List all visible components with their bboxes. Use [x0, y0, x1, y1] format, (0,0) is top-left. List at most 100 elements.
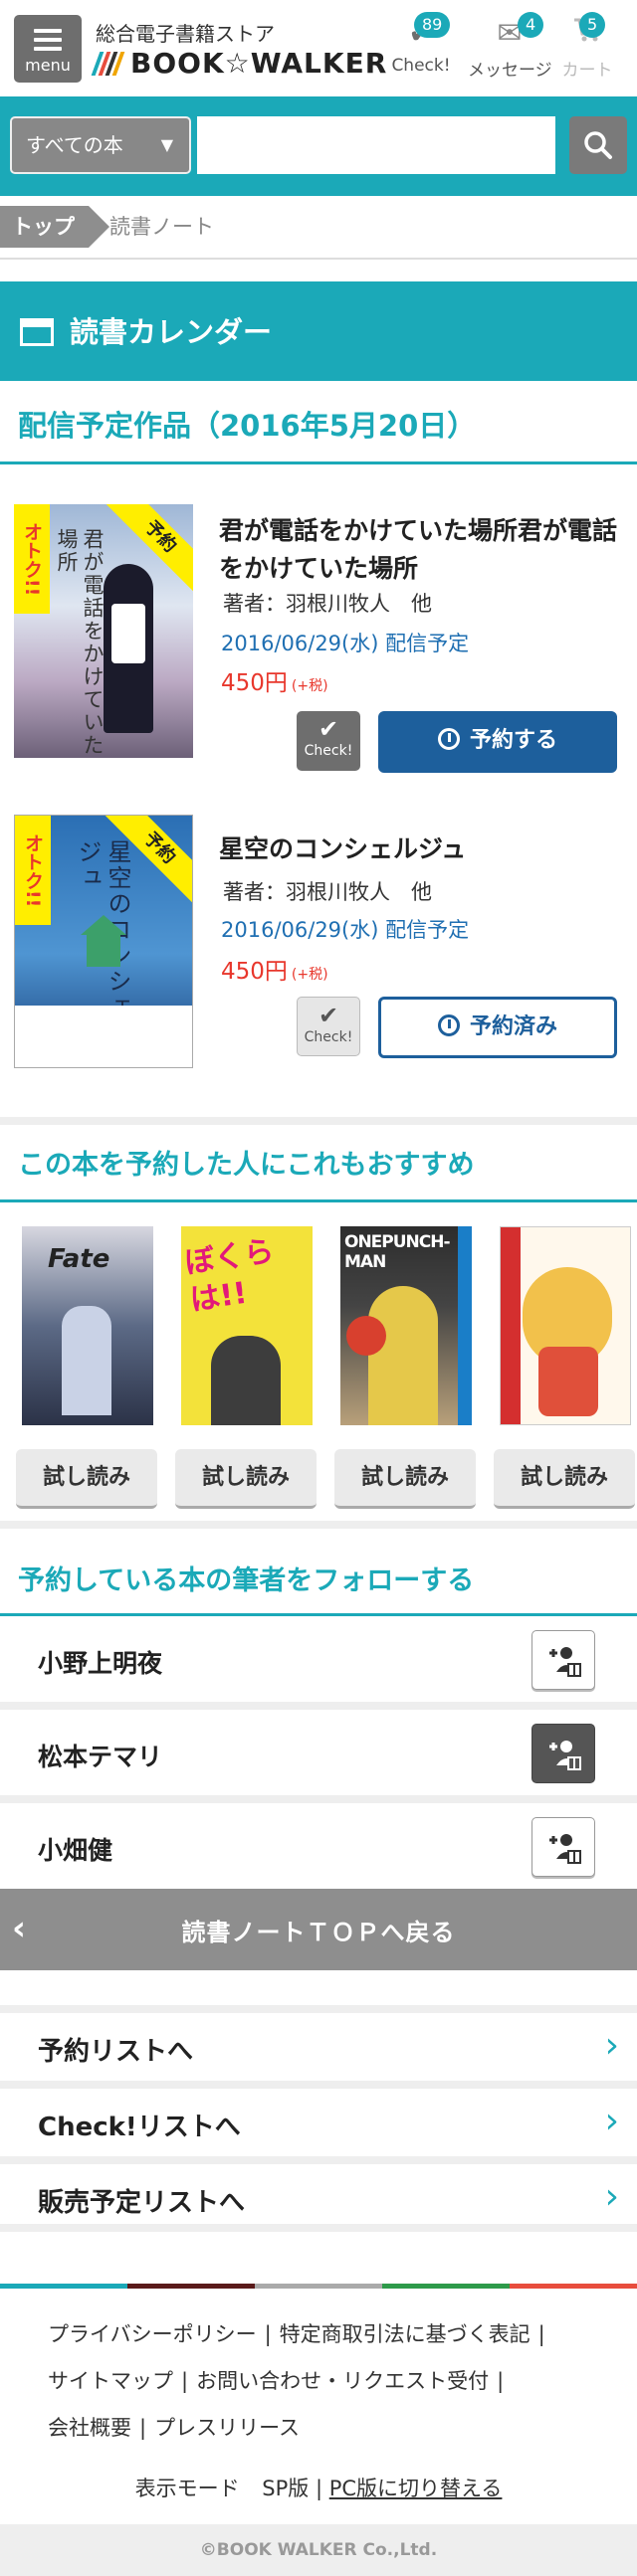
otoku-ribbon: オトク!!: [14, 504, 50, 614]
press-release-link[interactable]: プレスリリース: [154, 2416, 300, 2440]
recommend-cover[interactable]: ぼくらは!!: [181, 1226, 313, 1425]
store-subtitle: 総合電子書籍ストア: [96, 22, 275, 46]
breadcrumb: トップ 読書ノート: [0, 196, 637, 260]
book-title[interactable]: 星空のコンシェルジュ: [219, 830, 617, 868]
recommend-list: Fate 試し読み ぼくらは!! 試し読み ONEPUNCH-MAN 試し読み …: [0, 1202, 637, 1509]
cover-illustration: [211, 1336, 281, 1425]
search-input[interactable]: [197, 116, 555, 174]
follow-button[interactable]: [531, 1630, 595, 1690]
cover-illustration: [81, 915, 126, 967]
book-price: 450円 (+税): [221, 952, 328, 986]
chevron-right-icon: ›: [604, 2176, 619, 2217]
header-messages-label: メッセージ: [468, 61, 552, 81]
follow-button[interactable]: [531, 1817, 595, 1877]
book-release-date: 2016/06/29(水) 配信予定: [221, 632, 470, 655]
reserve-label: 予約済み: [469, 1014, 557, 1039]
sitemap-link[interactable]: サイトマップ: [48, 2369, 173, 2393]
header-messages-button[interactable]: ✉ メッセージ 4: [468, 12, 552, 81]
book-title[interactable]: 君が電話をかけていた場所君が電話をかけていた場所: [219, 512, 617, 588]
book-cover[interactable]: 君が電話をかけていた場所 オトク!! 予約: [14, 504, 193, 758]
release-date-heading: 配信予定作品（2016年5月20日）: [0, 381, 637, 464]
following-button[interactable]: [531, 1724, 595, 1783]
follow-author-icon: [549, 1834, 581, 1864]
cover-title: 君が電話をかけていた場所: [55, 528, 105, 757]
book-cover[interactable]: 星空のコンシェルジュ オトク!! 予約: [14, 815, 193, 1068]
search-button[interactable]: [569, 116, 627, 174]
check-label: Check!: [304, 1029, 353, 1045]
price-tax: (+税): [291, 678, 328, 694]
author-name[interactable]: 松本テマリ: [38, 1738, 162, 1773]
check-list-link[interactable]: Check!リストへ ›: [0, 2081, 637, 2156]
calendar-heading: 読書カレンダー: [0, 281, 637, 381]
price-value: 450円: [221, 670, 288, 696]
book-item: 君が電話をかけていた場所 オトク!! 予約 君が電話をかけていた場所君が電話をか…: [0, 464, 637, 793]
recommend-cover[interactable]: ONEPUNCH-MAN: [340, 1226, 472, 1425]
cover-illustration: [104, 564, 153, 733]
check-label: Check!: [304, 743, 353, 759]
header-check-button[interactable]: ✔ Check! 89: [386, 12, 456, 76]
bookwalker-logo[interactable]: BOOK☆WALKER: [91, 47, 387, 80]
contact-link[interactable]: お問い合わせ・リクエスト受付: [196, 2369, 489, 2393]
recommend-cover[interactable]: [500, 1226, 631, 1425]
chevron-down-icon: ▼: [160, 135, 173, 154]
author-name[interactable]: 小畑健: [38, 1831, 112, 1867]
menu-label: menu: [25, 56, 71, 75]
copyright: ©BOOK WALKER Co.,Ltd.: [0, 2524, 637, 2576]
trial-read-button[interactable]: 試し読み: [175, 1449, 317, 1509]
back-to-top-button[interactable]: ‹ 読書ノートＴＯＰへ戻る: [0, 1889, 637, 1970]
sp-mode-label: SP版: [262, 2477, 310, 2500]
trial-read-button[interactable]: 試し読み: [16, 1449, 157, 1509]
link-list: 予約リストへ › Check!リストへ › 販売予定リストへ ›: [0, 2005, 637, 2232]
footer-links: プライバシーポリシー | 特定商取引法に基づく表記 | サイトマップ | お問い合わせ・リ…: [48, 2311, 605, 2452]
cover-bottom: [15, 1006, 192, 1067]
cover-illustration: [346, 1316, 386, 1356]
display-mode: 表示モード SP版 | PC版に切り替える: [0, 2473, 637, 2502]
chevron-right-icon: ›: [604, 2101, 619, 2141]
follow-heading: 予約している本の筆者をフォローする: [0, 1539, 637, 1616]
pc-mode-link[interactable]: PC版に切り替える: [329, 2477, 503, 2500]
recommend-cover[interactable]: Fate: [22, 1226, 153, 1425]
check-button[interactable]: ✔ Check!: [297, 711, 360, 771]
reserved-button[interactable]: 予約済み: [378, 997, 617, 1058]
menu-button[interactable]: menu: [14, 15, 82, 83]
privacy-policy-link[interactable]: プライバシーポリシー: [48, 2322, 257, 2346]
alarm-clock-icon: [437, 1014, 460, 1036]
reserve-label: 予約する: [469, 728, 557, 753]
author-row: 小畑健: [0, 1803, 637, 1897]
header-cart-button[interactable]: カート 5: [557, 12, 617, 81]
search-category-select[interactable]: すべての本 ▼: [10, 116, 191, 174]
section-divider: [0, 1521, 637, 1529]
link-label: Check!リストへ: [38, 2113, 241, 2142]
check-button[interactable]: ✔ Check!: [297, 997, 360, 1056]
calendar-icon: [20, 318, 54, 346]
search-icon: [584, 131, 612, 159]
reservation-list-link[interactable]: 予約リストへ ›: [0, 2005, 637, 2081]
link-label: 販売予定リストへ: [38, 2188, 246, 2218]
logo-mark: [91, 51, 125, 76]
search-category-value: すべての本: [26, 133, 123, 157]
calendar-title: 読書カレンダー: [70, 315, 273, 349]
reserve-button[interactable]: 予約する: [378, 711, 617, 773]
alarm-clock-icon: [437, 728, 460, 750]
cart-count-badge: 5: [579, 12, 606, 38]
breadcrumb-top-link[interactable]: トップ: [0, 206, 109, 248]
divider: |: [497, 2369, 505, 2393]
cover-spine: [458, 1226, 472, 1425]
header-check-label: Check!: [391, 56, 451, 76]
follow-author-icon: [549, 1647, 581, 1677]
company-link[interactable]: 会社概要: [48, 2416, 131, 2440]
back-to-top-label: 読書ノートＴＯＰへ戻る: [181, 1919, 456, 1946]
cover-illustration: [62, 1306, 111, 1415]
recommend-cover-text: ぼくらは!!: [182, 1233, 277, 1319]
price-tax: (+税): [291, 967, 328, 983]
trial-read-button[interactable]: 試し読み: [494, 1449, 635, 1509]
breadcrumb-current: 読書ノート: [109, 215, 214, 239]
release-date-title: 配信予定作品（2016年5月20日）: [18, 409, 477, 443]
trial-read-button[interactable]: 試し読み: [334, 1449, 476, 1509]
book-author: 著者：羽根川牧人 他: [223, 880, 432, 904]
tokushoho-link[interactable]: 特定商取引法に基づく表記: [280, 2322, 531, 2346]
author-name[interactable]: 小野上明夜: [38, 1644, 162, 1680]
divider: |: [139, 2416, 147, 2440]
cover-illustration: [538, 1347, 598, 1416]
sales-schedule-link[interactable]: 販売予定リストへ ›: [0, 2156, 637, 2232]
